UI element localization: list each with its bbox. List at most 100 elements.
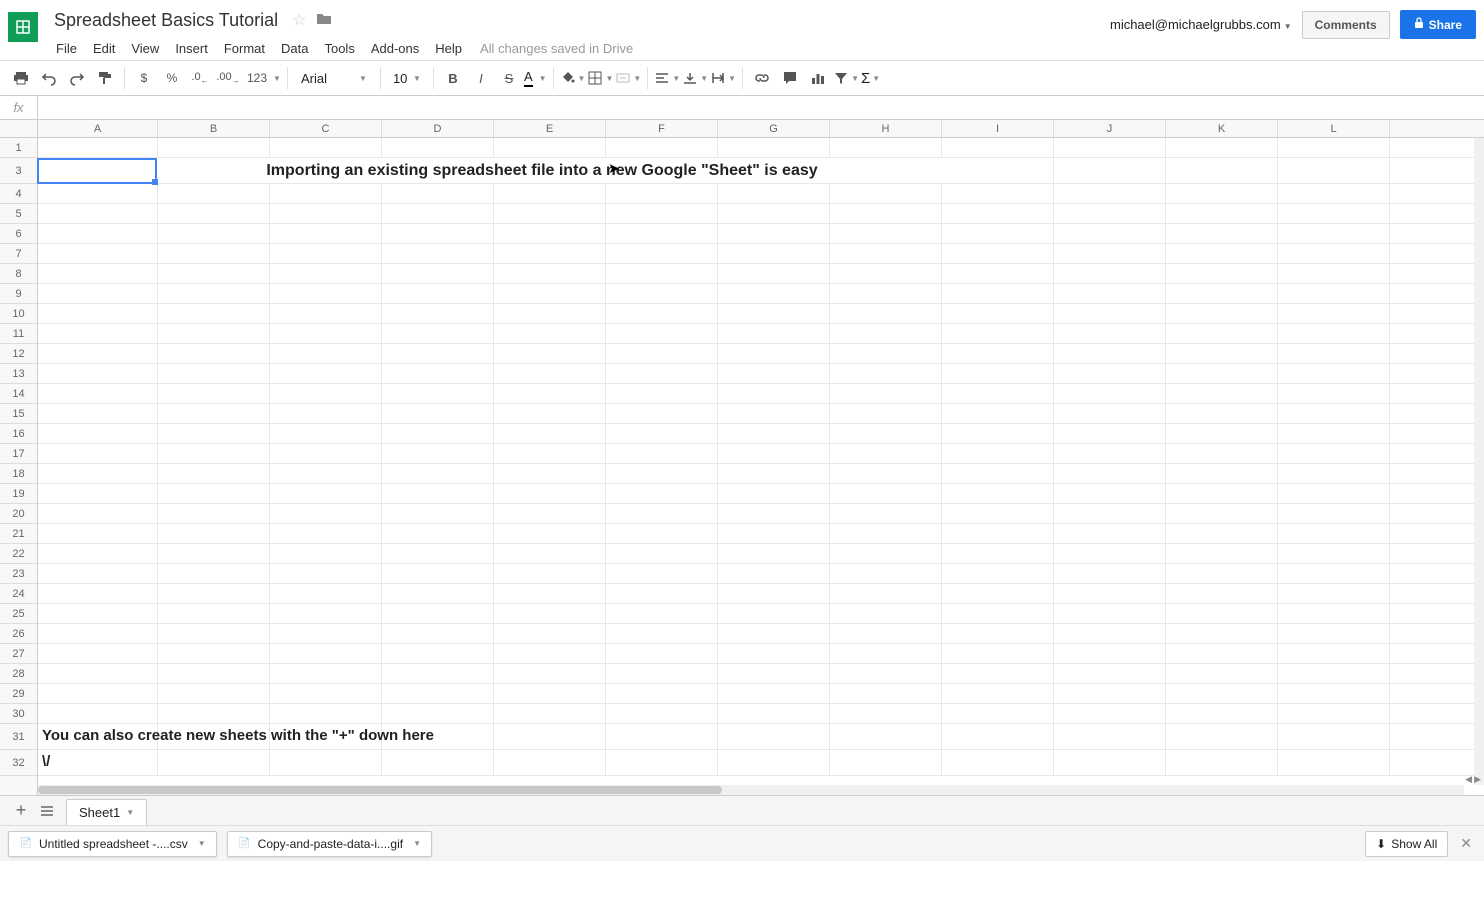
cell[interactable] [830, 344, 942, 363]
cell[interactable] [38, 704, 158, 723]
cell[interactable] [1278, 684, 1390, 703]
cell[interactable] [1278, 384, 1390, 403]
cell[interactable] [942, 384, 1054, 403]
cell[interactable] [942, 344, 1054, 363]
cell[interactable] [942, 684, 1054, 703]
cell[interactable] [1054, 404, 1166, 423]
merge-cells-dropdown[interactable]: ▼ [615, 70, 641, 86]
cell[interactable] [718, 704, 830, 723]
row-header-15[interactable]: 15 [0, 404, 37, 424]
cell[interactable] [38, 184, 158, 203]
cell[interactable] [1166, 224, 1278, 243]
cell[interactable] [270, 664, 382, 683]
grid-row[interactable] [38, 138, 1484, 158]
cell[interactable] [158, 184, 270, 203]
row-header-18[interactable]: 18 [0, 464, 37, 484]
cell[interactable] [942, 644, 1054, 663]
cell[interactable] [270, 424, 382, 443]
percent-button[interactable]: % [159, 65, 185, 91]
cell[interactable] [830, 504, 942, 523]
cell[interactable] [718, 424, 830, 443]
cell[interactable] [942, 224, 1054, 243]
cell[interactable] [942, 424, 1054, 443]
cell[interactable] [1278, 704, 1390, 723]
grid-row[interactable] [38, 704, 1484, 724]
cell[interactable] [1278, 264, 1390, 283]
cell[interactable] [494, 224, 606, 243]
cell[interactable] [382, 244, 494, 263]
cell[interactable] [38, 604, 158, 623]
cell[interactable] [606, 604, 718, 623]
cell[interactable] [270, 504, 382, 523]
row-header-27[interactable]: 27 [0, 644, 37, 664]
cell[interactable] [1278, 284, 1390, 303]
cell[interactable] [382, 204, 494, 223]
row-header-7[interactable]: 7 [0, 244, 37, 264]
column-header-B[interactable]: B [158, 120, 270, 137]
cell[interactable] [158, 604, 270, 623]
cell[interactable] [718, 204, 830, 223]
cell[interactable] [494, 664, 606, 683]
cell[interactable] [1278, 138, 1390, 157]
cell[interactable] [606, 184, 718, 203]
cell[interactable] [942, 364, 1054, 383]
cell[interactable] [270, 544, 382, 563]
cell[interactable] [606, 384, 718, 403]
cell[interactable] [1054, 264, 1166, 283]
grid-row[interactable] [38, 644, 1484, 664]
cell[interactable] [382, 524, 494, 543]
cell[interactable] [1278, 184, 1390, 203]
cell[interactable] [942, 564, 1054, 583]
cell[interactable] [1166, 158, 1278, 183]
row-header-14[interactable]: 14 [0, 384, 37, 404]
cell[interactable] [942, 584, 1054, 603]
folder-icon[interactable] [316, 12, 332, 29]
cell[interactable] [718, 464, 830, 483]
cell[interactable] [494, 624, 606, 643]
user-email[interactable]: michael@michaelgrubbs.com▼ [1110, 17, 1292, 32]
cell[interactable] [830, 604, 942, 623]
bold-button[interactable]: B [440, 65, 466, 91]
row-header-13[interactable]: 13 [0, 364, 37, 384]
cell[interactable] [830, 750, 942, 775]
cell[interactable] [38, 304, 158, 323]
cell[interactable] [1166, 524, 1278, 543]
column-header-K[interactable]: K [1166, 120, 1278, 137]
cell[interactable] [270, 750, 382, 775]
cell[interactable] [1278, 464, 1390, 483]
cell[interactable] [830, 364, 942, 383]
font-size-dropdown[interactable]: 10▼ [387, 66, 427, 90]
cell[interactable] [1054, 424, 1166, 443]
cell[interactable] [494, 384, 606, 403]
paint-format-icon[interactable] [92, 65, 118, 91]
cell[interactable] [1278, 750, 1390, 775]
grid-row[interactable] [38, 504, 1484, 524]
cell[interactable] [606, 584, 718, 603]
download-item-1[interactable]: 📄 Untitled spreadsheet -....csv▼ [8, 831, 217, 857]
cell[interactable] [606, 750, 718, 775]
cell[interactable] [830, 584, 942, 603]
comments-button[interactable]: Comments [1302, 11, 1390, 39]
cell[interactable] [606, 224, 718, 243]
cell[interactable] [718, 504, 830, 523]
menu-help[interactable]: Help [427, 38, 470, 59]
cell[interactable] [494, 504, 606, 523]
cell[interactable] [1054, 304, 1166, 323]
cell[interactable] [38, 750, 158, 775]
italic-button[interactable]: I [468, 65, 494, 91]
cell[interactable] [494, 284, 606, 303]
row-header-32[interactable]: 32 [0, 750, 37, 776]
cell[interactable] [494, 184, 606, 203]
cell[interactable] [158, 344, 270, 363]
row-header-9[interactable]: 9 [0, 284, 37, 304]
grid-row[interactable] [38, 484, 1484, 504]
cell[interactable] [38, 584, 158, 603]
cell[interactable] [1166, 424, 1278, 443]
document-title[interactable]: Spreadsheet Basics Tutorial [48, 8, 284, 33]
strikethrough-button[interactable]: S [496, 65, 522, 91]
cell[interactable] [494, 604, 606, 623]
cell[interactable] [830, 404, 942, 423]
cell[interactable] [1054, 184, 1166, 203]
cell[interactable] [1166, 564, 1278, 583]
cell[interactable] [718, 284, 830, 303]
